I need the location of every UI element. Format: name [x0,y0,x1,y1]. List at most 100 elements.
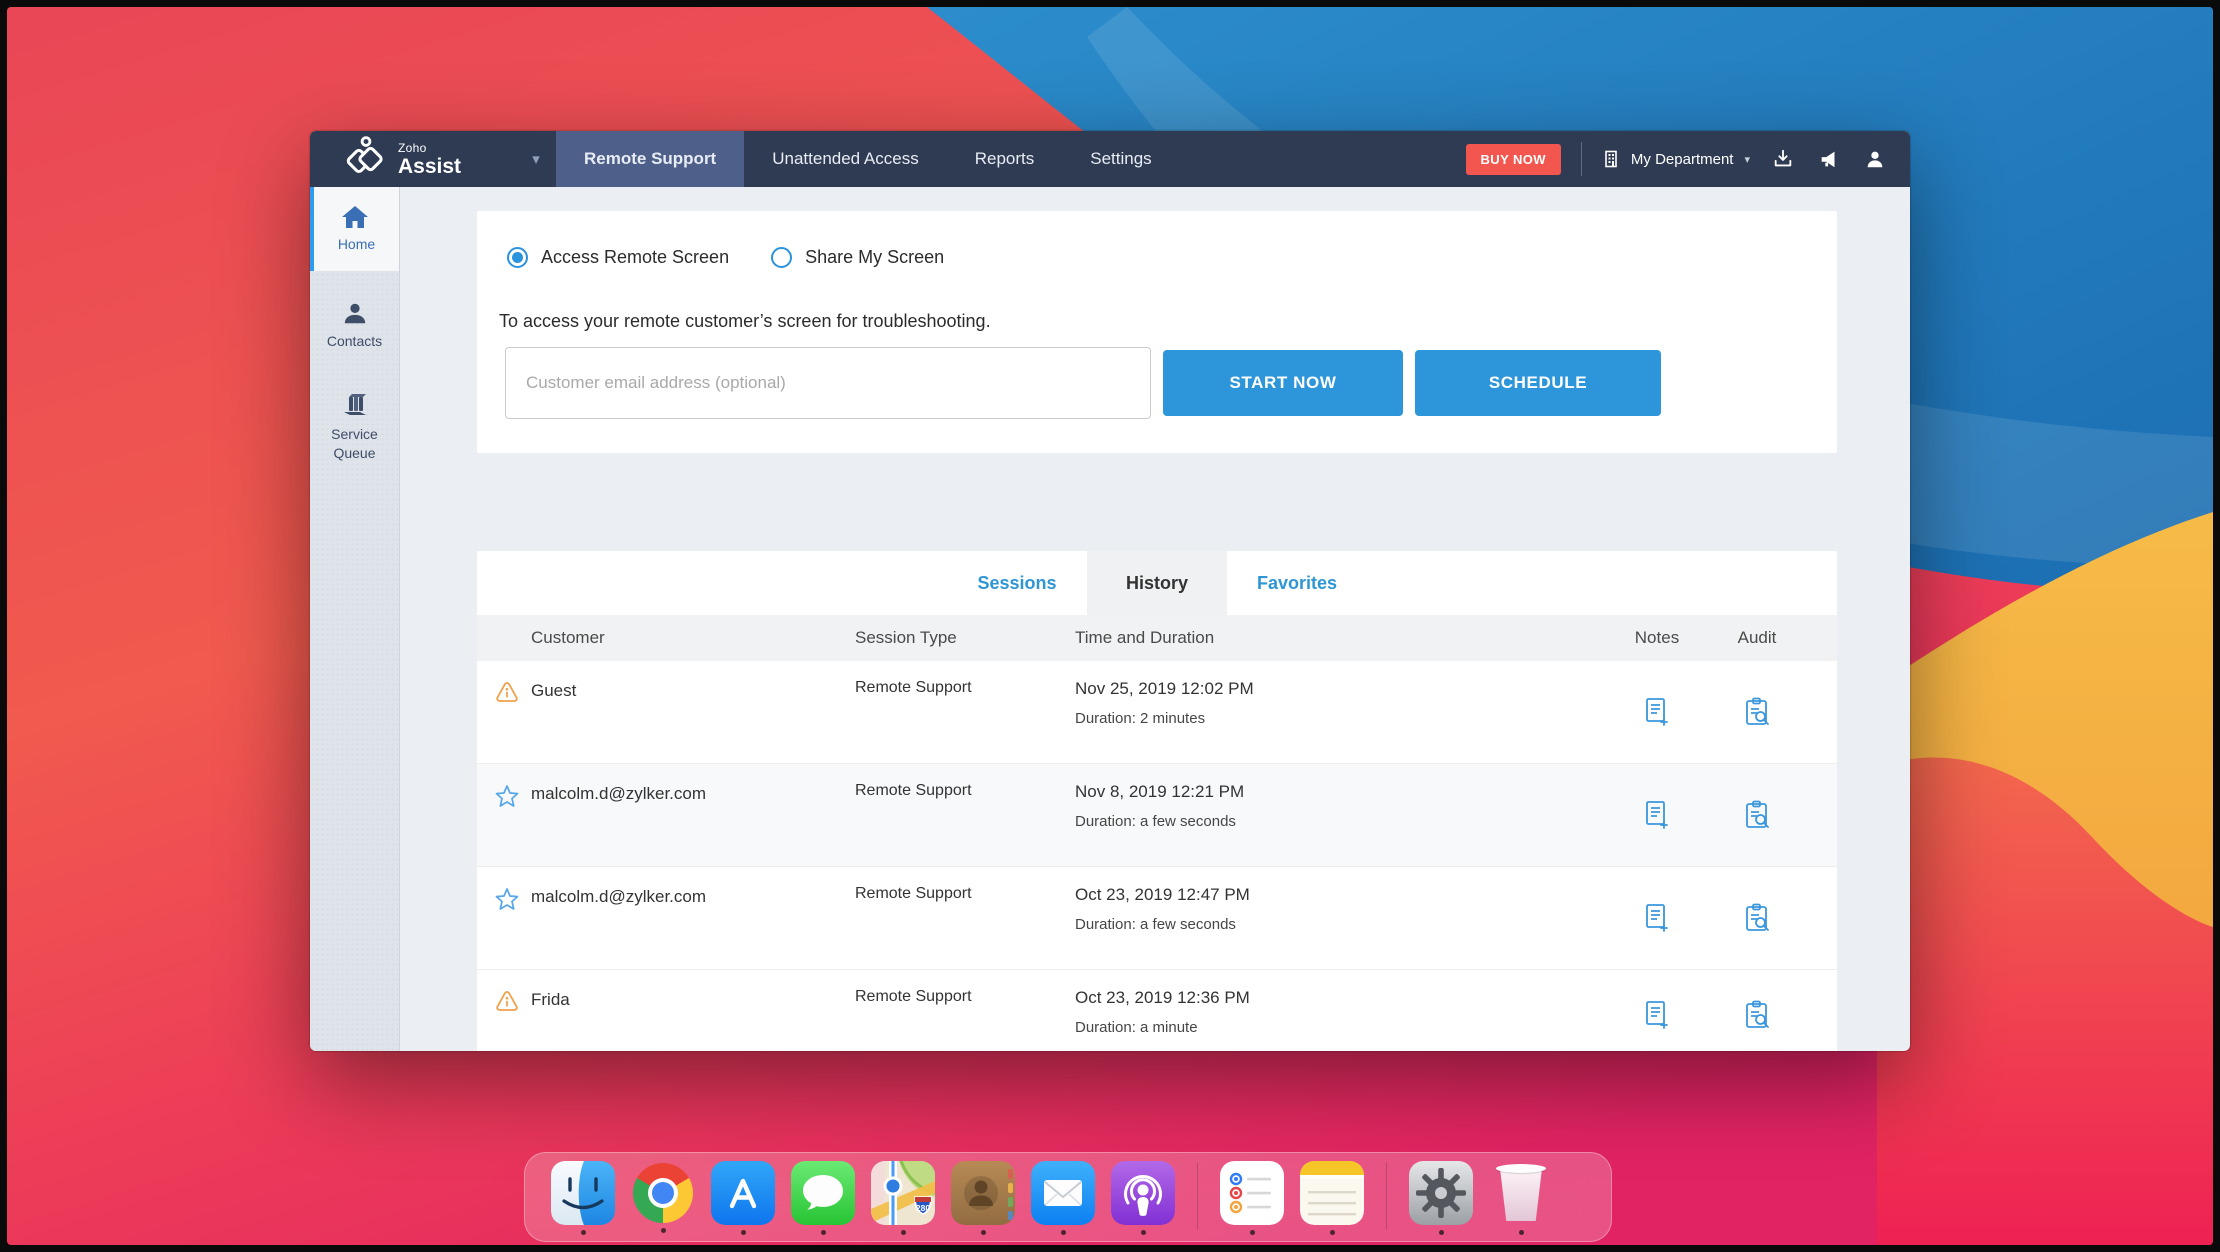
col-session-type: Session Type [855,628,957,647]
radio-selected-icon [507,247,528,268]
department-chevron-icon: ▾ [1744,153,1750,166]
session-duration: Duration: a minute [1075,1019,1198,1036]
add-note-button[interactable] [1607,800,1707,830]
service-queue-icon [343,394,366,416]
running-indicator [820,1230,826,1235]
start-now-button[interactable]: START NOW [1163,350,1403,416]
department-selector[interactable]: My Department ▾ [1602,149,1750,169]
sidebar-item-label: Service Queue [331,426,378,461]
dock-app-store-icon[interactable] [711,1161,775,1235]
table-row[interactable]: Guest Remote Support Nov 25, 2019 12:02 … [477,661,1837,764]
navbar-right-cluster: BUY NOW My Department ▾ [1465,131,1910,187]
add-note-button[interactable] [1607,697,1707,727]
session-history-card: Sessions History Favorites Customer Sess… [477,551,1837,1051]
contacts-icon [344,303,365,323]
left-sidebar: Home Contacts Service Queue [310,187,400,1051]
session-time: Nov 25, 2019 12:02 PM [1075,679,1254,698]
dock-mail-icon[interactable] [1031,1161,1095,1235]
view-audit-button[interactable] [1707,697,1807,727]
brand-assist: Assist [398,154,462,178]
customer-name: malcolm.d@zylker.com [531,784,707,803]
sidebar-item-label: Home [337,235,376,252]
view-audit-button[interactable] [1707,1000,1807,1030]
running-indicator [660,1228,666,1233]
table-row[interactable]: malcolm.d@zylker.com Remote Support Nov … [477,764,1837,867]
app-switcher-chevron-icon[interactable]: ▾ [516,131,556,187]
dock-separator [1386,1163,1387,1229]
session-time: Oct 23, 2019 12:36 PM [1075,988,1250,1007]
col-audit: Audit [1737,628,1777,647]
sidebar-item-contacts[interactable]: Contacts [310,287,399,363]
zoho-assist-logo: Zoho Assist [310,131,516,187]
customer-name: malcolm.d@zylker.com [531,887,707,906]
session-description: To access your remote customer’s screen … [499,311,991,331]
session-time: Nov 8, 2019 12:21 PM [1075,782,1245,801]
dock-maps-icon[interactable]: 280 [871,1161,935,1235]
tab-favorites[interactable]: Favorites [1227,551,1367,615]
add-note-button[interactable] [1607,1000,1707,1030]
dock-system-preferences-icon[interactable] [1409,1161,1473,1235]
col-time-duration: Time and Duration [1075,628,1215,647]
dock-reminders-icon[interactable] [1220,1161,1284,1235]
radio-share-my-screen[interactable]: Share My Screen [771,247,944,268]
announcement-icon[interactable] [1816,146,1842,172]
main-nav-tabs: Remote Support Unattended Access Reports… [556,131,1180,187]
organization-icon [1605,150,1617,168]
session-duration: Duration: a few seconds [1075,916,1236,933]
session-type: Remote Support [855,679,972,696]
user-account-icon[interactable] [1862,146,1888,172]
view-audit-button[interactable] [1707,903,1807,933]
app-navbar: Zoho Assist ▾ Remote Support Unattended … [310,131,1910,187]
session-duration: Duration: a few seconds [1075,813,1236,830]
home-icon [341,205,368,228]
session-start-card: Access Remote Screen Share My Screen To … [477,211,1837,453]
running-indicator [1438,1230,1444,1235]
sidebar-item-service-queue[interactable]: Service Queue [310,379,399,475]
customer-name: Guest [531,681,577,700]
radio-access-remote-screen[interactable]: Access Remote Screen [507,247,729,268]
macos-dock: 280 [524,1152,1612,1242]
sidebar-item-home[interactable]: Home [310,187,399,271]
alert-icon [496,991,518,1011]
running-indicator [740,1230,746,1235]
dock-chrome-icon[interactable] [631,1161,695,1233]
buy-now-button[interactable]: BUY NOW [1465,143,1561,175]
schedule-button[interactable]: SCHEDULE [1415,350,1661,416]
nav-tab-unattended-access[interactable]: Unattended Access [744,131,946,187]
table-row[interactable]: malcolm.d@zylker.com Remote Support Oct … [477,867,1837,970]
dock-trash-icon[interactable] [1489,1161,1553,1235]
desktop-screen: Zoho Assist ▾ Remote Support Unattended … [0,0,2220,1252]
nav-tab-reports[interactable]: Reports [947,131,1063,187]
customer-email-input[interactable] [505,347,1151,419]
running-indicator [1249,1230,1255,1235]
radio-access-label: Access Remote Screen [541,247,730,267]
running-indicator [980,1230,986,1235]
tab-sessions[interactable]: Sessions [947,551,1087,615]
history-table-header: Customer Session Type Time and Duration … [477,615,1837,661]
add-note-button[interactable] [1607,903,1707,933]
dock-notes-icon[interactable] [1300,1161,1364,1235]
alert-icon [496,682,518,702]
dock-separator [1197,1163,1198,1229]
radio-unselected-icon [771,247,793,268]
zoho-assist-logo-icon [346,136,383,174]
session-time: Oct 23, 2019 12:47 PM [1075,885,1250,904]
main-content: Access Remote Screen Share My Screen To … [400,187,1910,1051]
session-type: Remote Support [855,782,972,799]
nav-tab-remote-support[interactable]: Remote Support [556,131,745,187]
favorite-star-icon [495,888,519,910]
running-indicator [1329,1230,1335,1235]
dock-podcasts-icon[interactable] [1111,1161,1175,1235]
tab-history[interactable]: History [1087,551,1227,615]
view-audit-button[interactable] [1707,800,1807,830]
nav-tab-settings[interactable]: Settings [1062,131,1179,187]
radio-share-label: Share My Screen [805,247,945,267]
dock-finder-icon[interactable] [551,1161,615,1235]
table-row[interactable]: Frida Remote Support Oct 23, 2019 12:36 … [477,970,1837,1051]
running-indicator [1518,1230,1524,1235]
running-indicator [580,1230,586,1235]
download-icon[interactable] [1770,146,1796,172]
session-type: Remote Support [855,885,972,902]
dock-messages-icon[interactable] [791,1161,855,1235]
dock-contacts-icon[interactable] [951,1161,1015,1235]
